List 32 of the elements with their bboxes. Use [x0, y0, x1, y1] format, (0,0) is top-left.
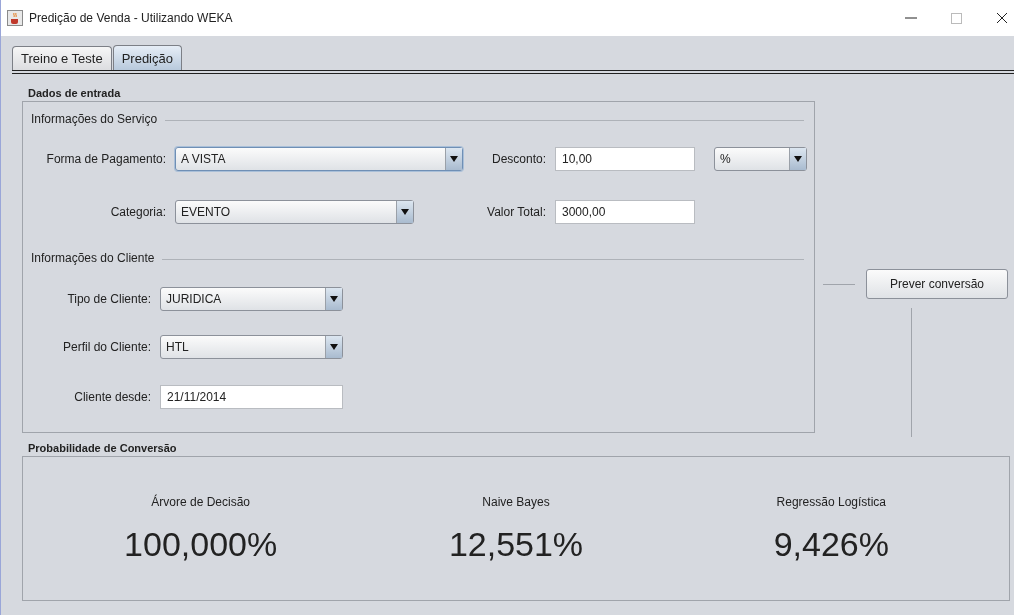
- field-label: Categoria:: [109, 205, 166, 219]
- field-label: Desconto:: [490, 152, 546, 166]
- predict-button[interactable]: Prever conversão: [866, 269, 1008, 299]
- total-field[interactable]: 3000,00: [555, 200, 695, 224]
- model-name: Árvore de Decisão: [151, 495, 250, 509]
- group-title: Informações do Serviço: [31, 112, 158, 126]
- client-type-dropdown[interactable]: JURIDICA: [160, 287, 343, 311]
- field-label: Tipo de Cliente:: [66, 292, 151, 306]
- category-dropdown[interactable]: EVENTO: [175, 200, 414, 224]
- tab[interactable]: Treino e Teste: [12, 46, 112, 70]
- date-field[interactable]: 21/11/2014: [160, 385, 343, 409]
- unit-dropdown[interactable]: %: [714, 147, 807, 171]
- model-name: Naive Bayes: [482, 495, 550, 509]
- section-title: Probabilidade de Conversão: [28, 441, 178, 455]
- maximize-icon[interactable]: [951, 12, 962, 24]
- field-label: Valor Total:: [486, 205, 546, 219]
- window-title: Predição de Venda - Utilizando WEKA: [29, 11, 233, 25]
- coffee-cup-icon: [7, 10, 23, 26]
- probability-value: 9,426%: [773, 525, 889, 564]
- probability-value: 100,000%: [124, 525, 278, 564]
- section-title: Dados de entrada: [28, 86, 122, 100]
- group-title: Informações do Cliente: [31, 251, 155, 265]
- tab[interactable]: Predição: [112, 45, 182, 70]
- field-label: Perfil do Cliente:: [61, 340, 151, 354]
- model-name: Regressão Logística: [776, 495, 886, 509]
- probability-value: 12,551%: [448, 525, 584, 564]
- field-label: Forma de Pagamento:: [45, 152, 166, 166]
- field-label: Cliente desde:: [73, 390, 151, 404]
- client-profile-dropdown[interactable]: HTL: [160, 335, 343, 359]
- close-icon[interactable]: [996, 12, 1008, 24]
- payment-dropdown[interactable]: A VISTA: [175, 147, 463, 171]
- discount-field[interactable]: 10,00: [555, 147, 695, 171]
